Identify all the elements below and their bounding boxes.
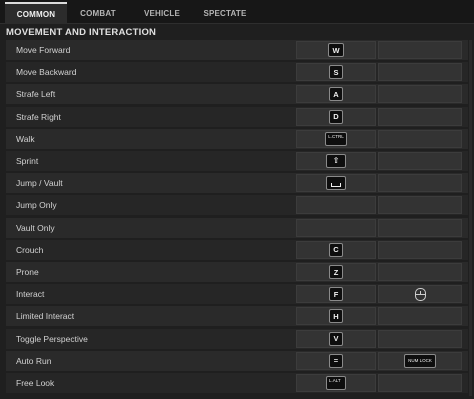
key-cap: A bbox=[329, 87, 343, 102]
keybind-row-limited-interact: Limited Interact H bbox=[6, 306, 468, 327]
primary-binding-slot[interactable] bbox=[296, 174, 376, 193]
key-cap: = bbox=[329, 353, 343, 368]
primary-binding-slot[interactable]: F bbox=[296, 285, 376, 304]
action-label: Vault Only bbox=[16, 222, 55, 233]
mouse-scroll-icon bbox=[414, 287, 426, 301]
action-label: Jump / Vault bbox=[16, 178, 63, 189]
primary-binding-slot[interactable]: ⇧ bbox=[296, 152, 376, 170]
tab-common[interactable]: COMMON bbox=[5, 2, 67, 24]
keybind-row-toggle-perspective: Toggle Perspective V bbox=[6, 328, 468, 349]
key-cap: L.CTRL bbox=[325, 131, 347, 146]
keybind-row-free-look: Free Look L.ALT bbox=[6, 373, 468, 393]
keybind-row-move-backward: Move Backward S bbox=[6, 62, 468, 83]
action-label: Strafe Right bbox=[16, 111, 61, 122]
keybind-row-walk: Walk L.CTRL bbox=[6, 128, 468, 149]
action-label: Limited Interact bbox=[16, 311, 75, 322]
primary-binding-slot[interactable]: V bbox=[296, 329, 376, 348]
primary-binding-slot[interactable]: W bbox=[296, 41, 376, 59]
keybind-row-move-forward: Move Forward W bbox=[6, 40, 468, 60]
secondary-binding-slot[interactable] bbox=[378, 129, 462, 148]
action-label: Sprint bbox=[16, 156, 39, 166]
key-cap: V bbox=[329, 331, 343, 346]
key-cap: S bbox=[329, 65, 343, 80]
keybind-row-jump-only: Jump Only bbox=[6, 195, 468, 216]
action-label: Interact bbox=[16, 289, 45, 300]
keybind-row-prone: Prone Z bbox=[6, 262, 468, 282]
settings-controls-screen: COMMON COMBAT VEHICLE SPECTATE MOVEMENT … bbox=[0, 0, 474, 399]
primary-binding-slot[interactable] bbox=[296, 218, 376, 237]
keybind-row-strafe-left: Strafe Left A bbox=[6, 84, 468, 105]
action-label: Strafe Left bbox=[16, 89, 56, 100]
action-label: Free Look bbox=[16, 378, 55, 388]
action-label: Prone bbox=[16, 267, 39, 277]
secondary-binding-slot[interactable] bbox=[378, 63, 462, 82]
action-label: Walk bbox=[16, 133, 35, 144]
key-cap: H bbox=[329, 309, 343, 324]
secondary-binding-slot[interactable] bbox=[378, 307, 462, 326]
secondary-binding-slot[interactable] bbox=[378, 329, 462, 348]
secondary-binding-slot[interactable] bbox=[378, 152, 462, 170]
primary-binding-slot[interactable]: H bbox=[296, 307, 376, 326]
key-cap: D bbox=[329, 109, 343, 124]
action-label: Toggle Perspective bbox=[16, 333, 88, 344]
action-label: Move Forward bbox=[16, 45, 71, 55]
key-cap: NUM LOCK bbox=[404, 353, 436, 368]
action-label: Move Backward bbox=[16, 67, 77, 78]
key-cap: C bbox=[329, 242, 343, 257]
primary-binding-slot[interactable]: A bbox=[296, 85, 376, 104]
spacebar-key-icon bbox=[326, 176, 346, 191]
keybind-row-crouch: Crouch C bbox=[6, 239, 468, 260]
tab-bar: COMMON COMBAT VEHICLE SPECTATE bbox=[0, 0, 474, 24]
key-cap: L.ALT bbox=[326, 376, 346, 390]
key-cap: W bbox=[328, 43, 344, 57]
action-label: Auto Run bbox=[16, 355, 52, 366]
secondary-binding-slot[interactable] bbox=[378, 41, 462, 59]
keybind-row-sprint: Sprint ⇧ bbox=[6, 151, 468, 171]
secondary-binding-slot[interactable] bbox=[378, 285, 462, 304]
secondary-binding-slot[interactable]: NUM LOCK bbox=[378, 351, 462, 370]
action-label: Jump Only bbox=[16, 200, 57, 211]
secondary-binding-slot[interactable] bbox=[378, 85, 462, 104]
primary-binding-slot[interactable]: D bbox=[296, 107, 376, 126]
secondary-binding-slot[interactable] bbox=[378, 218, 462, 237]
tab-spectate[interactable]: SPECTATE bbox=[196, 2, 254, 24]
primary-binding-slot[interactable]: L.ALT bbox=[296, 374, 376, 392]
secondary-binding-slot[interactable] bbox=[378, 174, 462, 193]
primary-binding-slot[interactable]: S bbox=[296, 63, 376, 82]
keybind-row-jump-vault: Jump / Vault bbox=[6, 173, 468, 194]
shift-key-icon: ⇧ bbox=[326, 154, 346, 168]
keybind-row-interact: Interact F bbox=[6, 284, 468, 305]
secondary-binding-slot[interactable] bbox=[378, 196, 462, 215]
secondary-binding-slot[interactable] bbox=[378, 240, 462, 259]
keybind-row-vault-only: Vault Only bbox=[6, 217, 468, 238]
scrollbar[interactable] bbox=[469, 40, 472, 396]
section-title: MOVEMENT AND INTERACTION bbox=[6, 27, 157, 38]
secondary-binding-slot[interactable] bbox=[378, 374, 462, 392]
primary-binding-slot[interactable]: Z bbox=[296, 263, 376, 281]
primary-binding-slot[interactable]: C bbox=[296, 240, 376, 259]
primary-binding-slot[interactable] bbox=[296, 196, 376, 215]
keybind-row-auto-run: Auto Run = NUM LOCK bbox=[6, 350, 468, 371]
secondary-binding-slot[interactable] bbox=[378, 107, 462, 126]
tab-combat[interactable]: COMBAT bbox=[72, 2, 124, 24]
action-label: Crouch bbox=[16, 244, 44, 255]
key-cap: F bbox=[329, 287, 343, 302]
secondary-binding-slot[interactable] bbox=[378, 263, 462, 281]
key-cap: Z bbox=[329, 265, 343, 279]
primary-binding-slot[interactable]: = bbox=[296, 351, 376, 370]
primary-binding-slot[interactable]: L.CTRL bbox=[296, 129, 376, 148]
keybind-row-strafe-right: Strafe Right D bbox=[6, 106, 468, 127]
tab-vehicle[interactable]: VEHICLE bbox=[136, 2, 188, 24]
